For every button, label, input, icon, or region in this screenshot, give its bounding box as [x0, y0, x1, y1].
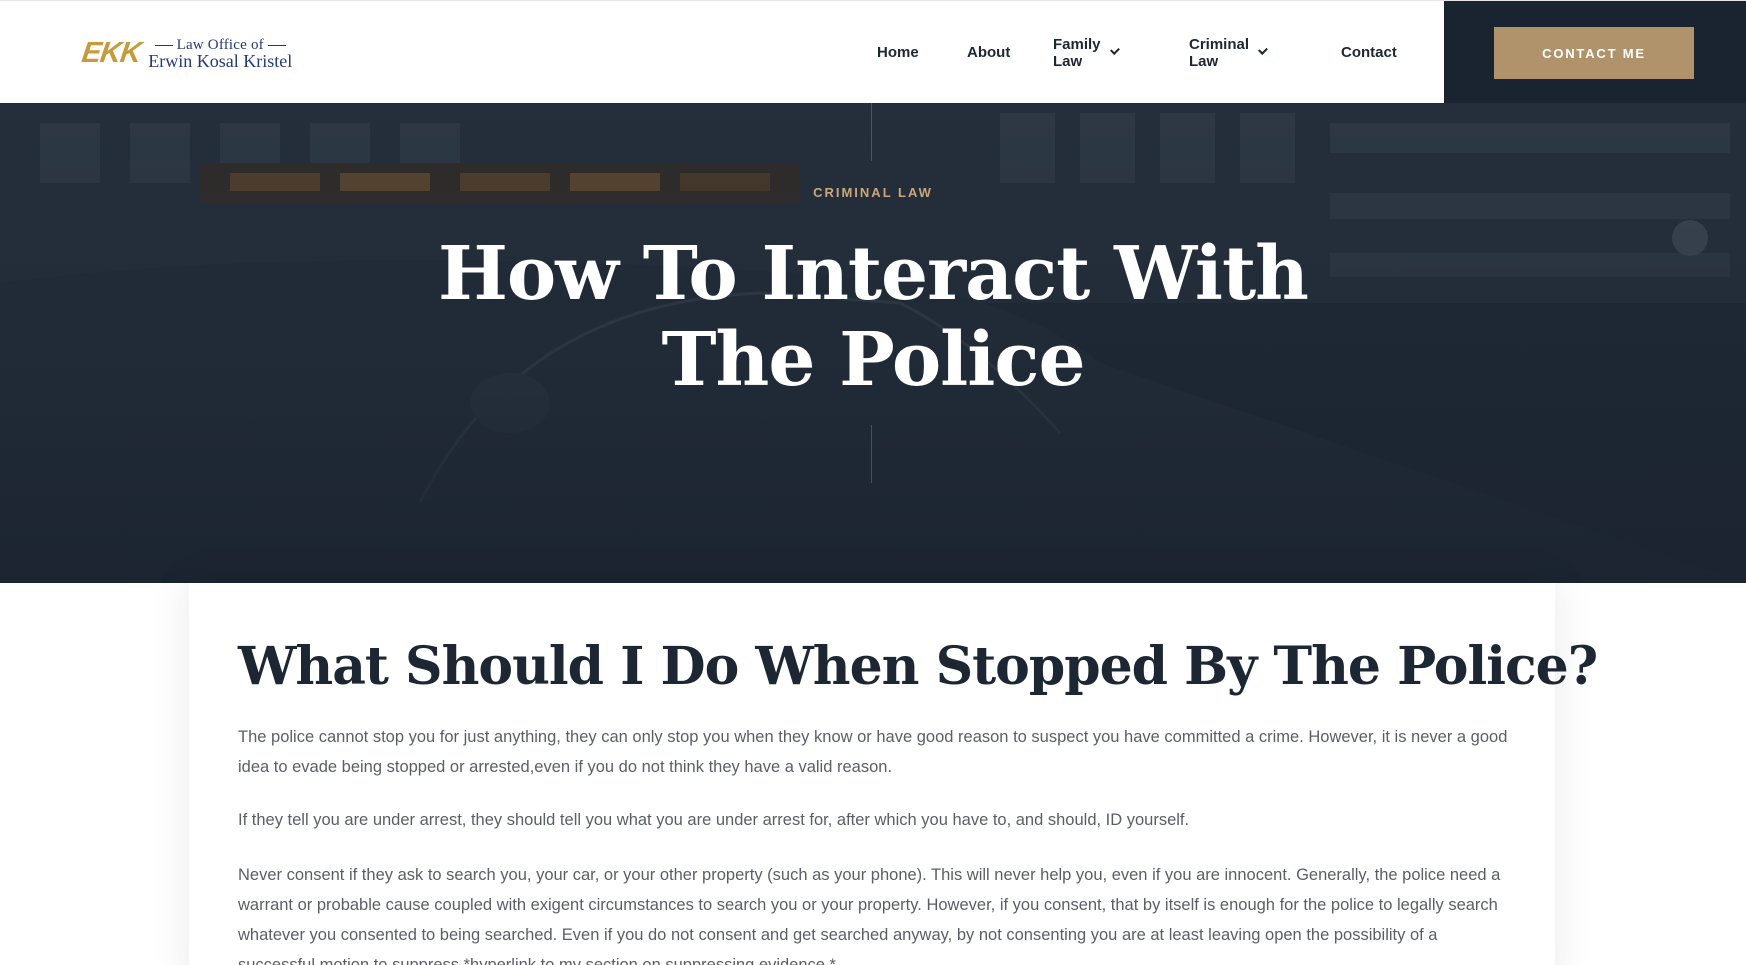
contact-me-button[interactable]: CONTACT ME	[1494, 27, 1694, 79]
logo-mark: EKK	[79, 36, 143, 69]
nav-family-law-label: Family Law	[1053, 35, 1101, 70]
nav-about[interactable]: About	[967, 44, 1010, 61]
nav-contact[interactable]: Contact	[1341, 44, 1397, 61]
article-heading: What Should I Do When Stopped By The Pol…	[238, 636, 1598, 697]
nav-criminal-law-label: Criminal Law	[1189, 35, 1250, 70]
hero-divider-top	[871, 103, 872, 161]
site-logo[interactable]: EKK Law Office of Erwin Kosal Kristel	[79, 31, 293, 75]
article-card: What Should I Do When Stopped By The Pol…	[189, 583, 1598, 965]
hero-divider-bottom	[871, 425, 872, 483]
chevron-down-icon	[1109, 45, 1120, 55]
cta-panel: CONTACT ME	[1444, 1, 1746, 104]
article-paragraph: Never consent if they ask to search you,…	[238, 866, 1501, 965]
article-paragraph: The police cannot stop you for just anyt…	[238, 728, 1508, 776]
nav-contact-label: Contact	[1341, 44, 1397, 61]
nav-criminal-law[interactable]: Criminal Law	[1189, 35, 1268, 70]
hero-banner: CRIMINAL LAW How To Interact With The Po…	[0, 103, 1746, 583]
hero-category[interactable]: CRIMINAL LAW	[0, 185, 1746, 200]
site-header: EKK Law Office of Erwin Kosal Kristel Ho…	[0, 0, 1746, 104]
nav-family-law[interactable]: Family Law	[1053, 35, 1120, 70]
logo-line-2: Erwin Kosal Kristel	[148, 51, 293, 71]
page-title: How To Interact With The Police	[438, 231, 1309, 403]
chevron-down-icon	[1258, 45, 1268, 55]
nav-home[interactable]: Home	[877, 44, 919, 61]
nav-home-label: Home	[877, 44, 919, 61]
article-paragraph: If they tell you are under arrest, they …	[238, 811, 1190, 829]
nav-about-label: About	[967, 44, 1011, 61]
logo-text: Law Office of Erwin Kosal Kristel	[148, 37, 293, 71]
